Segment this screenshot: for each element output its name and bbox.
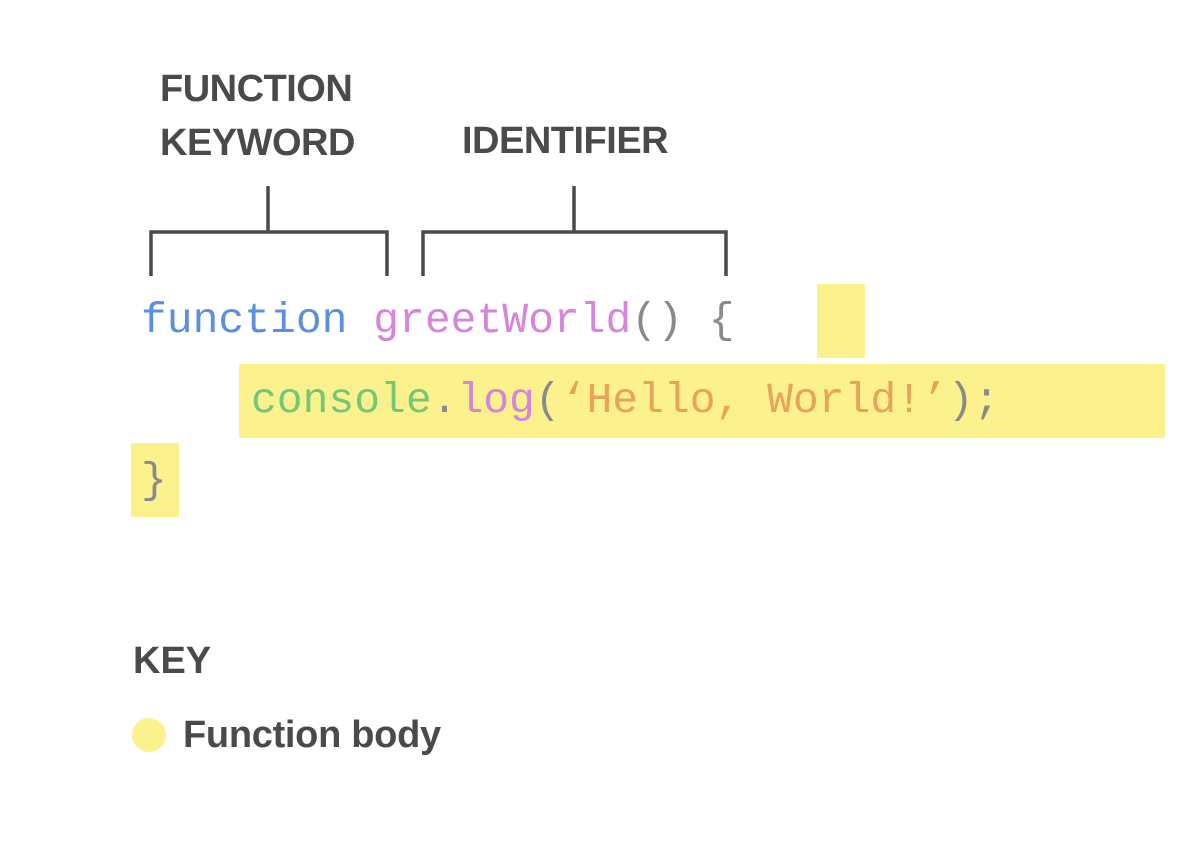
key-item-function-body: Function body — [132, 708, 441, 762]
function-identifier: greetWorld — [373, 296, 632, 345]
function-body-label: Function body — [183, 713, 441, 756]
member-dot: . — [431, 376, 458, 425]
close-brace: } — [141, 456, 167, 505]
code-line-3: } — [141, 451, 167, 511]
function-keyword: function — [141, 296, 348, 345]
code-line-2: console.log(‘Hello, World!’); — [251, 371, 999, 431]
function-body-swatch — [132, 718, 166, 752]
identifier-bracket — [421, 186, 728, 276]
params-parens: () — [631, 296, 683, 345]
call-open-paren: ( — [534, 376, 561, 425]
key-title: KEY — [133, 640, 212, 682]
open-brace: { — [708, 296, 735, 345]
function-keyword-bracket — [149, 186, 389, 276]
code-line-1: function greetWorld() { — [141, 291, 735, 351]
call-close: ); — [947, 376, 1000, 425]
hello-world-string: ‘Hello, World!’ — [560, 376, 948, 425]
log-method: log — [457, 376, 535, 425]
console-object: console — [251, 376, 432, 425]
open-brace-highlight — [817, 284, 865, 358]
